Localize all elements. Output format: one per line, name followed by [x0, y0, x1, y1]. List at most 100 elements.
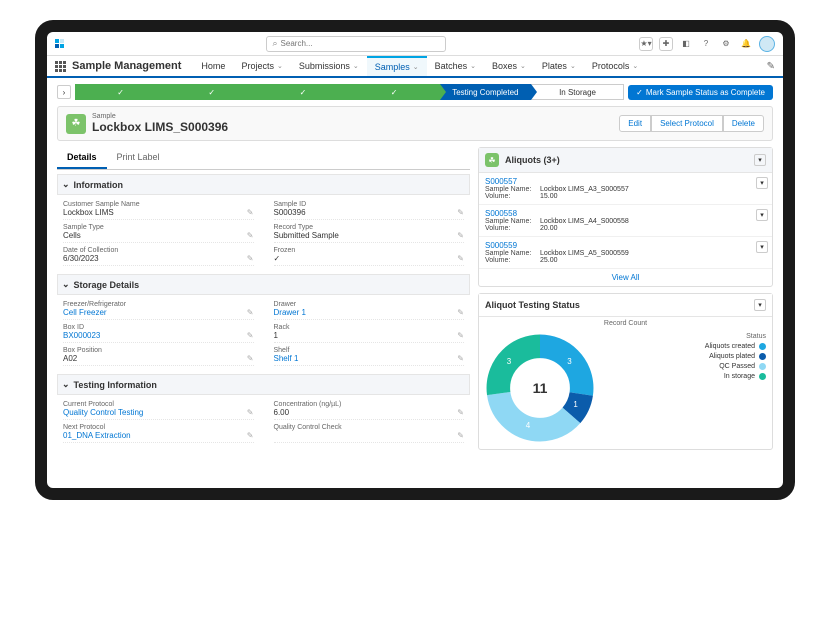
delete-button[interactable]: Delete: [723, 115, 764, 132]
global-search[interactable]: ⌕: [266, 36, 446, 52]
chevron-down-icon[interactable]: ⌄: [62, 279, 70, 290]
nav-samples[interactable]: Samples⌄: [367, 56, 427, 76]
edit-field-icon[interactable]: ✎: [247, 331, 254, 340]
edit-field-icon[interactable]: ✎: [457, 308, 464, 317]
aliquot-menu-button[interactable]: ▾: [756, 241, 768, 253]
legend-item: In storage: [603, 373, 766, 380]
segment-label: 3: [567, 357, 571, 366]
section-testing: ⌄Testing Information Current ProtocolQua…: [57, 374, 470, 447]
stage-5[interactable]: In Storage: [531, 84, 624, 100]
path-expand-button[interactable]: ›: [57, 85, 71, 99]
record-type-label: Sample: [92, 113, 228, 120]
edit-nav-icon[interactable]: ✎: [767, 61, 775, 72]
aliquots-card: ☘ Aliquots (3+) ▾ S000557Sample Name:Loc…: [478, 147, 773, 287]
app-title: Sample Management: [72, 60, 181, 72]
app-launcher-icon[interactable]: [55, 61, 66, 72]
edit-field-icon[interactable]: ✎: [457, 408, 464, 417]
field-current-protocol: Current ProtocolQuality Control Testing✎: [63, 399, 254, 420]
view-all-link[interactable]: View All: [479, 269, 772, 286]
tab-details[interactable]: Details: [57, 147, 107, 169]
tab-print-label[interactable]: Print Label: [107, 147, 170, 169]
global-header: ⌕ ★▾ ✚ ◧ ? ⚙ 🔔: [47, 32, 783, 56]
edit-field-icon[interactable]: ✎: [457, 231, 464, 240]
record-header: ☘ Sample Lockbox LIMS_S000396 EditSelect…: [57, 106, 773, 141]
edit-field-icon[interactable]: ✎: [457, 431, 464, 440]
segment-label: 4: [526, 421, 530, 430]
aliquot-item: S000558Sample Name:Lockbox LIMS_A4_S0005…: [479, 205, 772, 237]
chart-card: Aliquot Testing Status ▾ Record Count 11…: [478, 293, 773, 450]
stage-3[interactable]: [349, 84, 440, 100]
aliquot-menu-button[interactable]: ▾: [756, 177, 768, 189]
aliquot-link[interactable]: S000558: [485, 209, 766, 218]
edit-field-icon[interactable]: ✎: [247, 408, 254, 417]
edit-field-icon[interactable]: ✎: [247, 354, 254, 363]
notifications-icon[interactable]: 🔔: [739, 37, 753, 51]
app-logo: [55, 39, 64, 48]
field-date-of-collection: Date of Collection6/30/2023✎: [63, 245, 254, 266]
aliquot-link[interactable]: S000559: [485, 241, 766, 250]
stage-2[interactable]: [257, 84, 348, 100]
chevron-down-icon[interactable]: ⌄: [62, 179, 70, 190]
trailhead-icon[interactable]: ◧: [679, 37, 693, 51]
section-information: ⌄Information Customer Sample NameLockbox…: [57, 174, 470, 270]
field-record-type: Record TypeSubmitted Sample✎: [274, 222, 465, 243]
nav-batches[interactable]: Batches⌄: [427, 56, 484, 76]
field-qc-check: Quality Control Check✎: [274, 422, 465, 443]
edit-field-icon[interactable]: ✎: [247, 208, 254, 217]
stage-0[interactable]: [75, 84, 166, 100]
aliquot-menu-button[interactable]: ▾: [756, 209, 768, 221]
edit-field-icon[interactable]: ✎: [247, 431, 254, 440]
edit-field-icon[interactable]: ✎: [457, 331, 464, 340]
select-protocol-button[interactable]: Select Protocol: [651, 115, 723, 132]
nav-plates[interactable]: Plates⌄: [534, 56, 584, 76]
aliquot-link[interactable]: S000557: [485, 177, 766, 186]
edit-field-icon[interactable]: ✎: [247, 254, 254, 263]
add-button[interactable]: ✚: [659, 37, 673, 51]
chart-title: Aliquot Testing Status: [485, 300, 580, 310]
mark-complete-button[interactable]: Mark Sample Status as Complete: [628, 85, 773, 100]
nav-projects[interactable]: Projects⌄: [233, 56, 290, 76]
nav-home[interactable]: Home: [193, 56, 233, 76]
edit-button[interactable]: Edit: [619, 115, 651, 132]
sample-icon: ☘: [66, 114, 86, 134]
chart-menu-button[interactable]: ▾: [754, 299, 766, 311]
user-avatar[interactable]: [759, 36, 775, 52]
chart-total: 11: [533, 380, 548, 396]
favorites-button[interactable]: ★▾: [639, 37, 653, 51]
segment-label: 3: [507, 357, 511, 366]
aliquot-item: S000559Sample Name:Lockbox LIMS_A5_S0005…: [479, 237, 772, 269]
aliquot-icon: ☘: [485, 153, 499, 167]
field-concentration: Concentration (ng/µL)6.00✎: [274, 399, 465, 420]
record-title: Lockbox LIMS_S000396: [92, 120, 228, 134]
donut-chart: 11 3143: [485, 333, 595, 443]
edit-field-icon[interactable]: ✎: [247, 231, 254, 240]
stage-4[interactable]: Testing Completed: [440, 84, 531, 100]
section-storage: ⌄Storage Details Freezer/RefrigeratorCel…: [57, 274, 470, 370]
aliquots-menu-button[interactable]: ▾: [754, 154, 766, 166]
field-shelf: ShelfShelf 1✎: [274, 345, 465, 366]
nav-protocols[interactable]: Protocols⌄: [584, 56, 646, 76]
field-rack: Rack1✎: [274, 322, 465, 343]
help-icon[interactable]: ?: [699, 37, 713, 51]
search-icon: ⌕: [273, 38, 278, 49]
chart-axis-label: Record Count: [479, 317, 772, 327]
stage-path: › Testing CompletedIn Storage Mark Sampl…: [57, 84, 773, 100]
nav-boxes[interactable]: Boxes⌄: [484, 56, 534, 76]
setup-gear-icon[interactable]: ⚙: [719, 37, 733, 51]
nav-submissions[interactable]: Submissions⌄: [291, 56, 367, 76]
edit-field-icon[interactable]: ✎: [457, 354, 464, 363]
field-freezer: Freezer/RefrigeratorCell Freezer✎: [63, 299, 254, 320]
edit-field-icon[interactable]: ✎: [247, 308, 254, 317]
legend-item: QC Passed: [603, 363, 766, 370]
field-sample-id: Sample IDS000396✎: [274, 199, 465, 220]
chevron-down-icon[interactable]: ⌄: [62, 379, 70, 390]
field-customer-sample-name: Customer Sample NameLockbox LIMS✎: [63, 199, 254, 220]
field-frozen: Frozen✓✎: [274, 245, 465, 266]
field-box-id: Box IDBX000023✎: [63, 322, 254, 343]
edit-field-icon[interactable]: ✎: [457, 254, 464, 263]
search-input[interactable]: [281, 39, 439, 48]
field-drawer: DrawerDrawer 1✎: [274, 299, 465, 320]
edit-field-icon[interactable]: ✎: [457, 208, 464, 217]
stage-1[interactable]: [166, 84, 257, 100]
legend-item: Aliquots created: [603, 343, 766, 350]
